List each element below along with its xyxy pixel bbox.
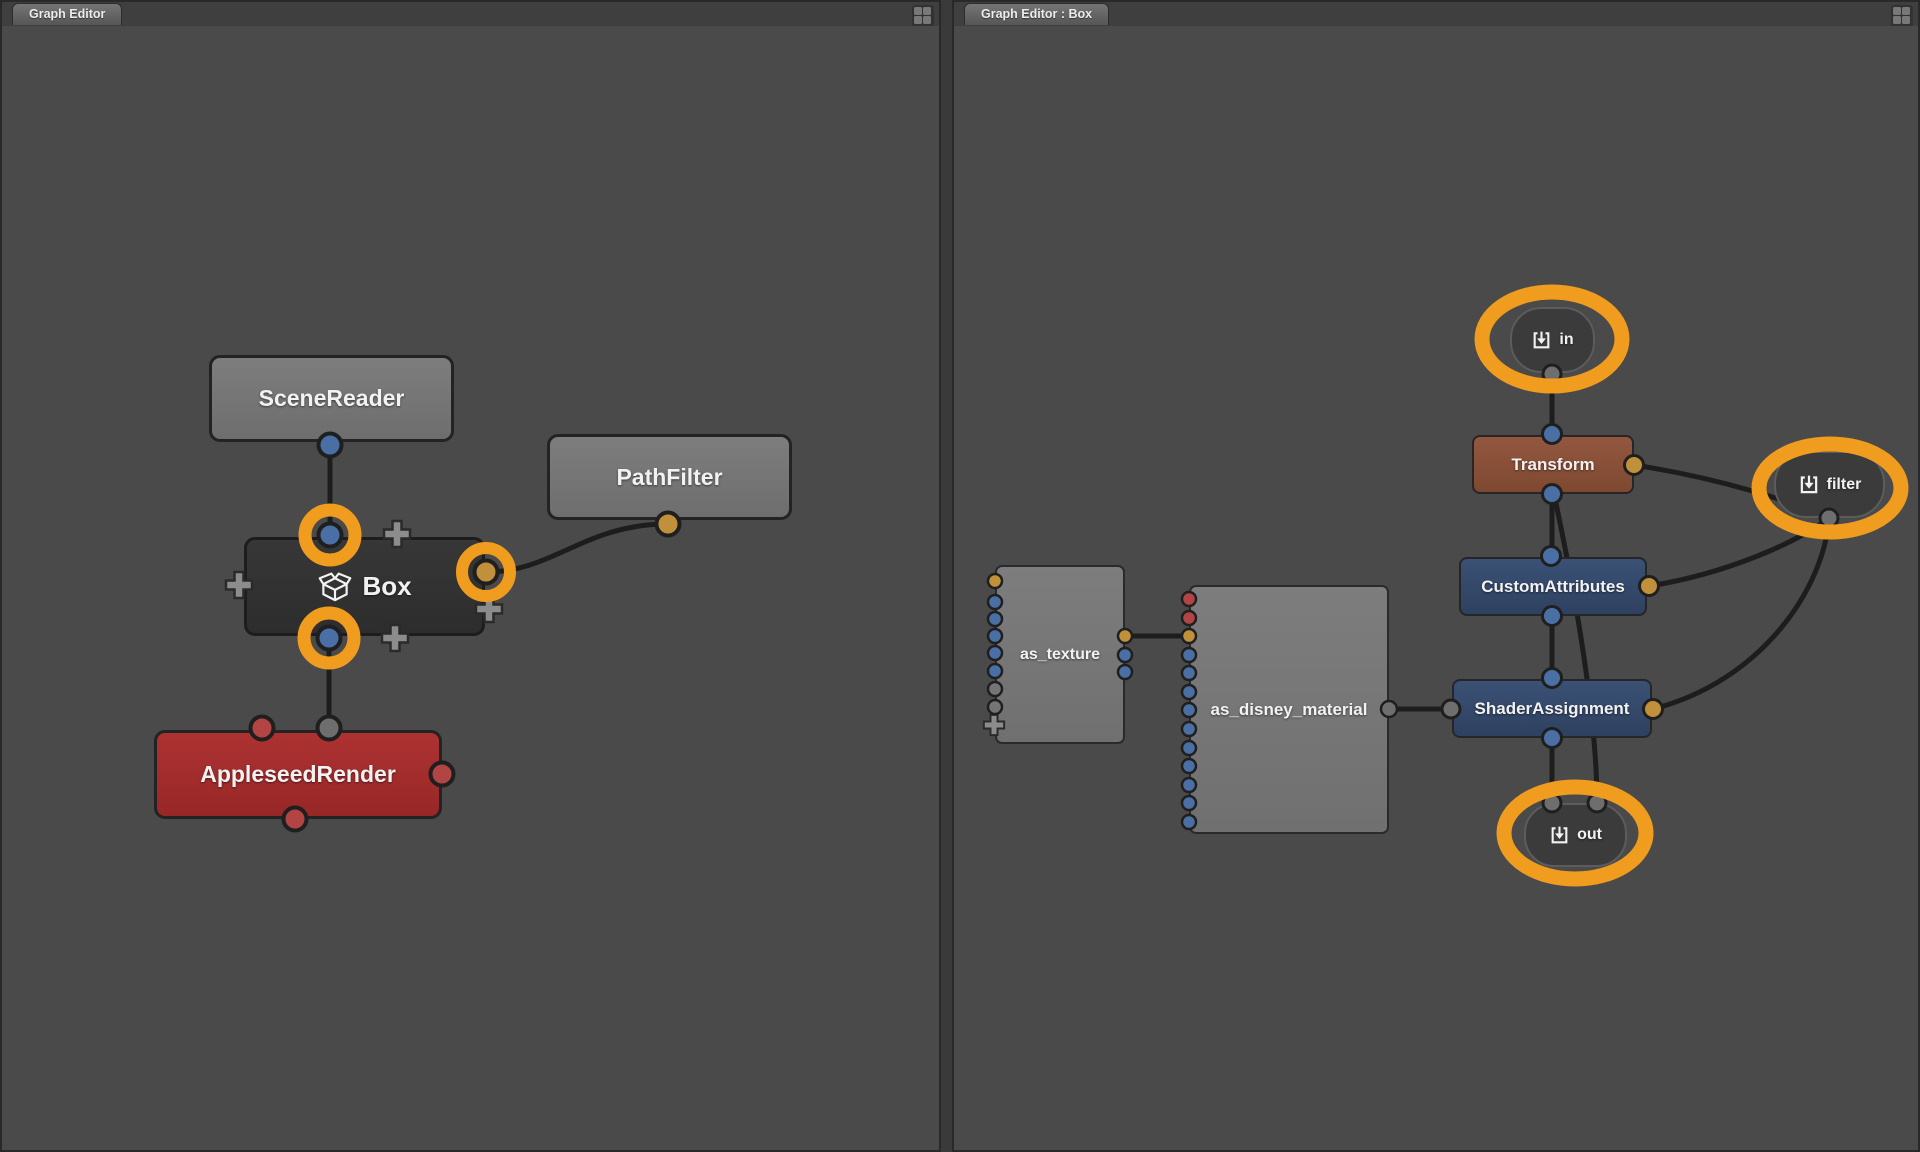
tab-graph-editor-box[interactable]: Graph Editor : Box bbox=[964, 3, 1109, 25]
node-transform[interactable]: Transform bbox=[1472, 435, 1634, 494]
node-scenereader[interactable]: SceneReader bbox=[209, 355, 454, 442]
promoted-plug-icon bbox=[1549, 825, 1570, 846]
node-customattributes[interactable]: CustomAttributes bbox=[1459, 557, 1647, 616]
node-out[interactable]: out bbox=[1524, 803, 1627, 867]
graph-viewport-left[interactable]: SceneReader Box PathFilter AppleseedRend… bbox=[2, 26, 939, 1150]
node-label: PathFilter bbox=[616, 464, 722, 491]
promoted-plug-icon bbox=[1531, 330, 1552, 351]
node-label: filter bbox=[1827, 476, 1862, 494]
node-label: in bbox=[1559, 331, 1573, 349]
edge-pathfilter-box bbox=[486, 524, 668, 572]
node-asdisneymaterial[interactable]: as_disney_material bbox=[1189, 585, 1389, 834]
panel-layout-grid-icon[interactable] bbox=[912, 5, 934, 27]
grid-cell bbox=[1902, 7, 1910, 15]
edge-filter-customattributes bbox=[1649, 518, 1829, 586]
node-astexture[interactable]: as_texture bbox=[995, 565, 1125, 744]
grid-cell bbox=[1893, 7, 1901, 15]
node-label: out bbox=[1577, 826, 1602, 844]
tabbar: Graph Editor : Box bbox=[954, 2, 1918, 28]
node-box[interactable]: Box bbox=[244, 537, 485, 636]
node-label: SceneReader bbox=[259, 385, 405, 412]
box-icon bbox=[317, 571, 353, 603]
tabbar: Graph Editor bbox=[2, 2, 939, 28]
node-filter[interactable]: filter bbox=[1774, 451, 1885, 518]
node-label: as_texture bbox=[1020, 646, 1100, 664]
edge-filter-shaderassignment bbox=[1653, 518, 1829, 709]
node-label: Box bbox=[362, 571, 411, 602]
node-appleseedrender[interactable]: AppleseedRender bbox=[154, 730, 442, 819]
node-label: AppleseedRender bbox=[200, 761, 396, 788]
grid-cell bbox=[914, 16, 922, 24]
graph-viewport-right[interactable]: in Transform filter CustomAttributes Sha… bbox=[954, 26, 1918, 1150]
node-label: ShaderAssignment bbox=[1475, 699, 1630, 719]
edge-transform-out bbox=[1554, 494, 1597, 803]
node-label: Transform bbox=[1511, 455, 1594, 475]
grid-cell bbox=[914, 7, 922, 15]
tab-graph-editor[interactable]: Graph Editor bbox=[12, 3, 122, 25]
promoted-plug-icon bbox=[1798, 474, 1820, 496]
grid-cell bbox=[923, 16, 931, 24]
grid-cell bbox=[923, 7, 931, 15]
node-shaderassignment[interactable]: ShaderAssignment bbox=[1452, 679, 1652, 738]
graph-editor-panel-left: Graph Editor SceneReader Box PathFilte bbox=[0, 0, 941, 1152]
node-label: as_disney_material bbox=[1211, 700, 1368, 720]
grid-cell bbox=[1902, 16, 1910, 24]
panel-layout-grid-icon[interactable] bbox=[1891, 5, 1913, 27]
node-label: CustomAttributes bbox=[1481, 577, 1625, 597]
node-in[interactable]: in bbox=[1510, 307, 1595, 373]
node-pathfilter[interactable]: PathFilter bbox=[547, 434, 792, 520]
grid-cell bbox=[1893, 16, 1901, 24]
graph-editor-panel-right: Graph Editor : Box bbox=[952, 0, 1920, 1152]
